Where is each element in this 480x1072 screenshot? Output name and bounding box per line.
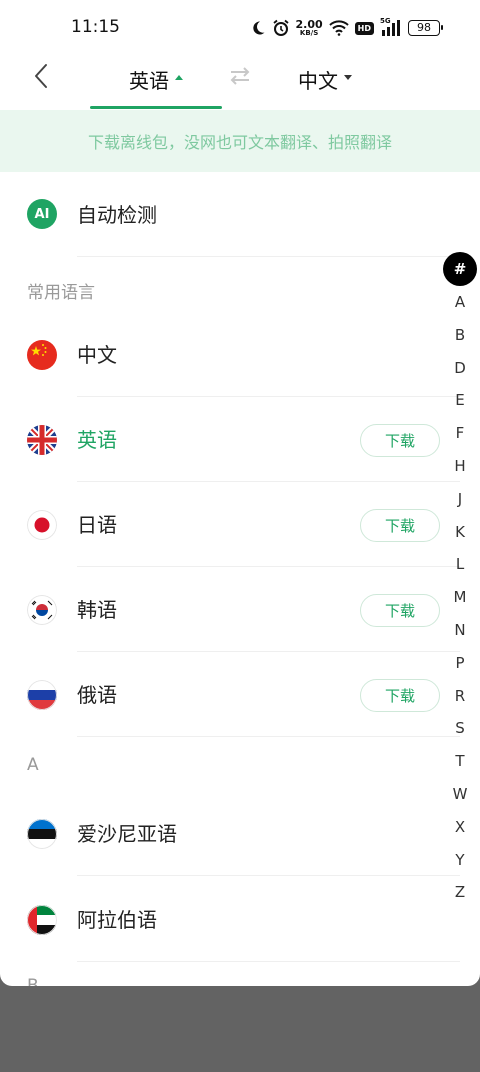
- network-speed-unit: KB/S: [299, 29, 319, 37]
- language-item-estonian[interactable]: 爱沙尼亚语: [0, 791, 480, 876]
- index-letter-r[interactable]: R: [443, 680, 477, 713]
- network-speed: 2.00 KB/S: [296, 19, 323, 37]
- download-button[interactable]: 下载: [360, 679, 440, 712]
- divider: [77, 875, 460, 876]
- status-time: 11:15: [71, 17, 120, 37]
- section-header-b: B: [27, 976, 39, 986]
- japan-flag-icon: [27, 510, 57, 540]
- index-letter-y[interactable]: Y: [443, 844, 477, 877]
- language-name-selected: 英语: [77, 428, 117, 452]
- auto-detect-label: 自动检测: [77, 203, 157, 227]
- moon-icon: [252, 21, 265, 35]
- language-picker-sheet: 11:15 2.00 KB/S HD 5G 98 英语 中文 下载离线包，没网也…: [0, 0, 480, 986]
- offline-package-text: 下载离线包，没网也可文本翻译、拍照翻译: [87, 133, 392, 152]
- index-letter-n[interactable]: N: [443, 614, 477, 647]
- divider: [77, 256, 460, 257]
- korea-flag-icon: [27, 595, 57, 625]
- language-name: 爱沙尼亚语: [77, 822, 177, 846]
- index-letter-z[interactable]: Z: [443, 876, 477, 909]
- index-letter-x[interactable]: X: [443, 811, 477, 844]
- signal-icon: 5G: [380, 17, 402, 37]
- active-tab-underline: [90, 106, 222, 109]
- index-letter-d[interactable]: D: [443, 352, 477, 385]
- index-letter-m[interactable]: M: [443, 581, 477, 614]
- target-language-tab[interactable]: 中文: [270, 56, 380, 109]
- index-letter-j[interactable]: J: [443, 483, 477, 516]
- index-letter-w[interactable]: W: [443, 778, 477, 811]
- back-arrow-icon[interactable]: [28, 62, 56, 90]
- download-button[interactable]: 下载: [360, 509, 440, 542]
- section-header-a: A: [27, 755, 39, 775]
- language-header: 英语 中文: [0, 56, 480, 110]
- index-letter-f[interactable]: F: [443, 417, 477, 450]
- china-flag-icon: [27, 340, 57, 370]
- index-letter-e[interactable]: E: [443, 384, 477, 417]
- index-hash[interactable]: #: [443, 252, 477, 286]
- uk-flag-icon: [27, 425, 57, 455]
- status-bar: 11:15 2.00 KB/S HD 5G 98: [0, 0, 480, 56]
- alphabet-index[interactable]: # A B D E F H J K L M N P R S T W X Y Z: [443, 252, 477, 909]
- download-button[interactable]: 下载: [360, 594, 440, 627]
- battery-icon: 98: [408, 20, 443, 36]
- language-name: 韩语: [77, 598, 117, 622]
- source-language-label: 英语: [129, 69, 169, 93]
- index-letter-a[interactable]: A: [443, 286, 477, 319]
- language-name: 中文: [77, 343, 117, 367]
- index-letter-p[interactable]: P: [443, 647, 477, 680]
- caret-down-icon: [344, 75, 352, 80]
- swap-arrows-icon[interactable]: [228, 64, 252, 88]
- source-language-tab[interactable]: 英语: [90, 56, 222, 109]
- language-name: 阿拉伯语: [77, 908, 157, 932]
- index-letter-t[interactable]: T: [443, 745, 477, 778]
- ai-badge-icon: AI: [27, 199, 57, 229]
- estonia-flag-icon: [27, 819, 57, 849]
- divider: [77, 736, 460, 737]
- language-item-russian[interactable]: 俄语 下载: [0, 652, 480, 737]
- index-letter-s[interactable]: S: [443, 712, 477, 745]
- language-item-chinese[interactable]: 中文: [0, 312, 480, 397]
- caret-up-icon: [175, 75, 183, 80]
- index-letter-l[interactable]: L: [443, 548, 477, 581]
- wifi-icon: [328, 20, 349, 36]
- divider: [77, 961, 460, 962]
- section-header-common: 常用语言: [27, 283, 95, 303]
- index-letter-k[interactable]: K: [443, 516, 477, 549]
- language-item-english[interactable]: 英语 下载: [0, 397, 480, 482]
- russia-flag-icon: [27, 680, 57, 710]
- target-language-label: 中文: [298, 69, 338, 93]
- language-item-japanese[interactable]: 日语 下载: [0, 482, 480, 567]
- language-name: 日语: [77, 513, 117, 537]
- alarm-icon: [272, 19, 289, 36]
- offline-package-banner[interactable]: 下载离线包，没网也可文本翻译、拍照翻译: [0, 110, 480, 172]
- uae-flag-icon: [27, 905, 57, 935]
- status-icons: 2.00 KB/S HD 5G 98: [250, 16, 443, 40]
- hd-voice-badge: HD: [354, 21, 374, 35]
- index-letter-h[interactable]: H: [443, 450, 477, 483]
- language-item-arabic[interactable]: 阿拉伯语: [0, 877, 480, 962]
- auto-detect-item[interactable]: AI 自动检测: [0, 172, 480, 257]
- language-item-korean[interactable]: 韩语 下载: [0, 567, 480, 652]
- index-letter-b[interactable]: B: [443, 319, 477, 352]
- language-name: 俄语: [77, 683, 117, 707]
- download-button[interactable]: 下载: [360, 424, 440, 457]
